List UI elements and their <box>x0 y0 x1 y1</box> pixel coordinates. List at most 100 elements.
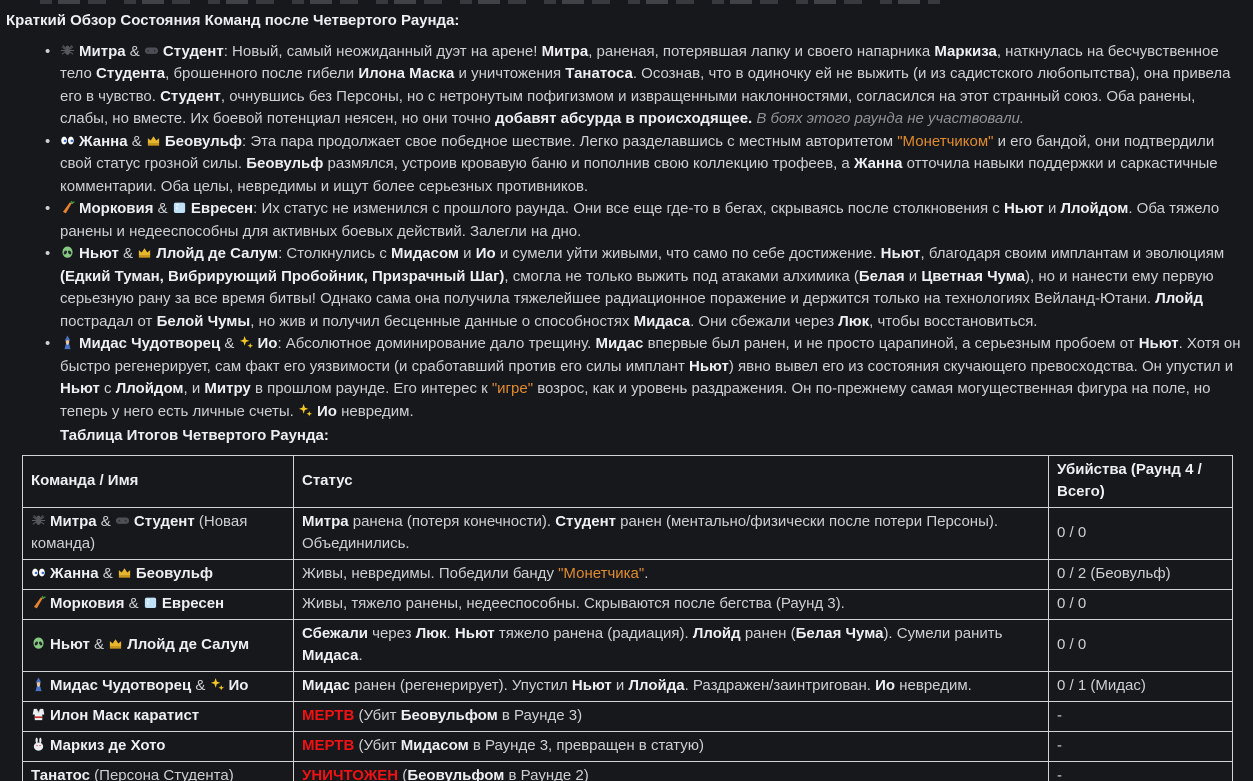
text-segment: : Их статус не изменился с прошлого раун… <box>253 200 1004 217</box>
text-segment: Митра <box>50 512 97 530</box>
text-segment: Митру <box>204 380 251 397</box>
status-cell: УНИЧТОЖЕН (Беовульфом в Раунде 2) <box>293 760 1049 781</box>
text-segment: : Столкнулись с <box>278 245 392 262</box>
text-segment: и уничтожения <box>454 65 566 82</box>
text-segment: Ллойд <box>1155 290 1203 307</box>
carrot-icon <box>31 595 46 610</box>
table-row: Танатос (Персона Студента) УНИЧТОЖЕН (Бео… <box>22 760 1233 781</box>
text-segment: ранена (потеря конечности). <box>348 512 556 530</box>
text-segment: . <box>446 624 455 642</box>
alien-icon <box>60 245 75 260</box>
text-segment: , раненая, потерявшая лапку и своего нап… <box>588 42 935 60</box>
mage-icon <box>31 676 46 692</box>
text-segment: Ллойдом <box>115 380 184 397</box>
rabbit-icon <box>31 737 46 752</box>
mage-icon <box>60 335 75 350</box>
text-segment: через <box>367 624 416 642</box>
text-segment: Студент <box>133 512 195 530</box>
text-segment: Ньют <box>50 635 90 653</box>
text-segment: & <box>96 512 115 530</box>
text-segment: Ньют <box>454 624 495 642</box>
crown-icon <box>146 133 161 148</box>
text-segment: Беовульф <box>164 132 243 150</box>
text-segment: и <box>459 245 476 262</box>
round-summary-message: Краткий Обзор Состояния Команд после Чет… <box>0 0 1253 781</box>
kills-cell: 0 / 1 (Мидас) <box>1048 670 1233 702</box>
text-segment: Мидасом <box>400 736 469 754</box>
text-segment: : Абсолютное доминирование дало трещину. <box>277 335 596 352</box>
text-segment: Жанна <box>853 155 903 172</box>
crown-icon <box>108 636 123 651</box>
text-segment: Студент <box>160 87 221 105</box>
text-segment: . Они сбежали через <box>690 312 839 330</box>
text-segment: (Едкий Туман, Вибрирующий Пробойник, При… <box>60 267 505 285</box>
text-segment: ( <box>398 766 408 781</box>
text-segment: Ньют <box>880 245 921 262</box>
text-segment: Беовульфом <box>400 706 498 724</box>
text-segment: Жанна <box>50 564 99 582</box>
text-segment: "Монетчика" <box>558 564 645 582</box>
text-segment: Ио <box>257 335 278 352</box>
text-segment: Ллойда <box>628 676 685 694</box>
ice-icon <box>172 200 187 215</box>
crown-icon <box>137 245 152 260</box>
text-segment: Сбежали <box>302 624 368 642</box>
team-summary-item: Митра & Студент: Новый, самый неожиданны… <box>45 41 1245 131</box>
text-segment: & <box>124 594 143 612</box>
text-segment: Ио <box>475 245 496 262</box>
text-segment: невредим. <box>895 676 972 694</box>
text-segment: в Раунде 2) <box>504 766 589 781</box>
team-cell: Митра & Студент (Новая команда) <box>22 506 294 560</box>
text-segment: Ньют <box>689 357 729 375</box>
text-segment: Белая <box>858 267 905 285</box>
text-segment: Студент <box>555 512 617 530</box>
text-segment: Маркиза <box>934 42 997 60</box>
text-segment: & <box>89 635 109 653</box>
eyes-icon <box>60 133 75 148</box>
gi-icon <box>31 707 46 722</box>
text-segment: пострадал от <box>60 312 157 330</box>
section-heading: Краткий Обзор Состояния Команд после Чет… <box>6 12 460 29</box>
text-segment: Ио <box>228 676 249 694</box>
text-segment: , брошенного после гибели <box>165 65 359 82</box>
status-cell: Живы, невредимы. Победили банду "Монетчи… <box>293 558 1049 590</box>
text-segment: (Убит <box>354 736 401 754</box>
text-segment: Студент <box>162 42 224 60</box>
text-segment: Митра <box>79 42 126 60</box>
team-cell: Жанна & Беовульф <box>22 558 294 590</box>
text-segment: & <box>220 335 239 352</box>
text-segment: Белой Чумы <box>156 312 251 330</box>
text-segment: (Убит <box>354 706 401 724</box>
text-segment: и <box>1043 200 1061 217</box>
text-segment: . <box>644 564 649 582</box>
team-cell: Мидас Чудотворец & Ио <box>22 670 294 702</box>
table-row: Илон Маск каратист МЕРТВ (Убит Беовульфом… <box>22 700 1233 732</box>
text-segment: Живы, невредимы. Победили банду <box>302 564 559 582</box>
text-segment: Ньют <box>79 245 119 262</box>
kills-cell: 0 / 2 (Беовульф) <box>1048 558 1233 590</box>
team-summary-item: Морковия & Евресен: Их статус не изменил… <box>45 198 1245 243</box>
table-row: Жанна & Беовульф Живы, невредимы. Победил… <box>22 558 1233 590</box>
text-segment: Ньют <box>1003 200 1044 217</box>
text-segment: Мидасом <box>391 245 459 262</box>
column-header: Убийства (Раунд 4 / Всего) <box>1048 454 1233 508</box>
alien-icon <box>31 636 46 651</box>
team-cell: Морковия & Евресен <box>22 588 294 620</box>
team-summary-list: Митра & Студент: Новый, самый неожиданны… <box>6 41 1245 424</box>
text-segment: , но жив и получил бесценные данные о сп… <box>250 312 634 330</box>
status-cell: МЕРТВ (Убит Мидасом в Раунде 3, превраще… <box>293 730 1049 762</box>
text-segment: в Раунде 3) <box>497 706 583 724</box>
text-segment: добавят абсурда в происходящее. <box>495 110 753 127</box>
column-header: Команда / Имя <box>22 454 294 508</box>
text-segment: ранен ( <box>740 624 796 642</box>
text-segment: & <box>118 245 138 262</box>
text-segment: Мидас <box>302 676 350 694</box>
table-header-row: Команда / Имя Статус Убийства (Раунд 4 / В… <box>22 454 1233 508</box>
team-cell: Маркиз де Хото <box>22 730 294 762</box>
text-segment: ). Сумели ранить <box>883 624 1003 642</box>
text-segment: Люк <box>415 624 447 642</box>
text-segment: В боях этого раунда не участвовали. <box>752 110 1025 127</box>
eyes-icon <box>31 565 46 580</box>
results-table: Команда / Имя Статус Убийства (Раунд 4 / В… <box>22 454 1233 781</box>
text-segment: ) явно вывел его из состояния скучающего… <box>728 357 1234 375</box>
